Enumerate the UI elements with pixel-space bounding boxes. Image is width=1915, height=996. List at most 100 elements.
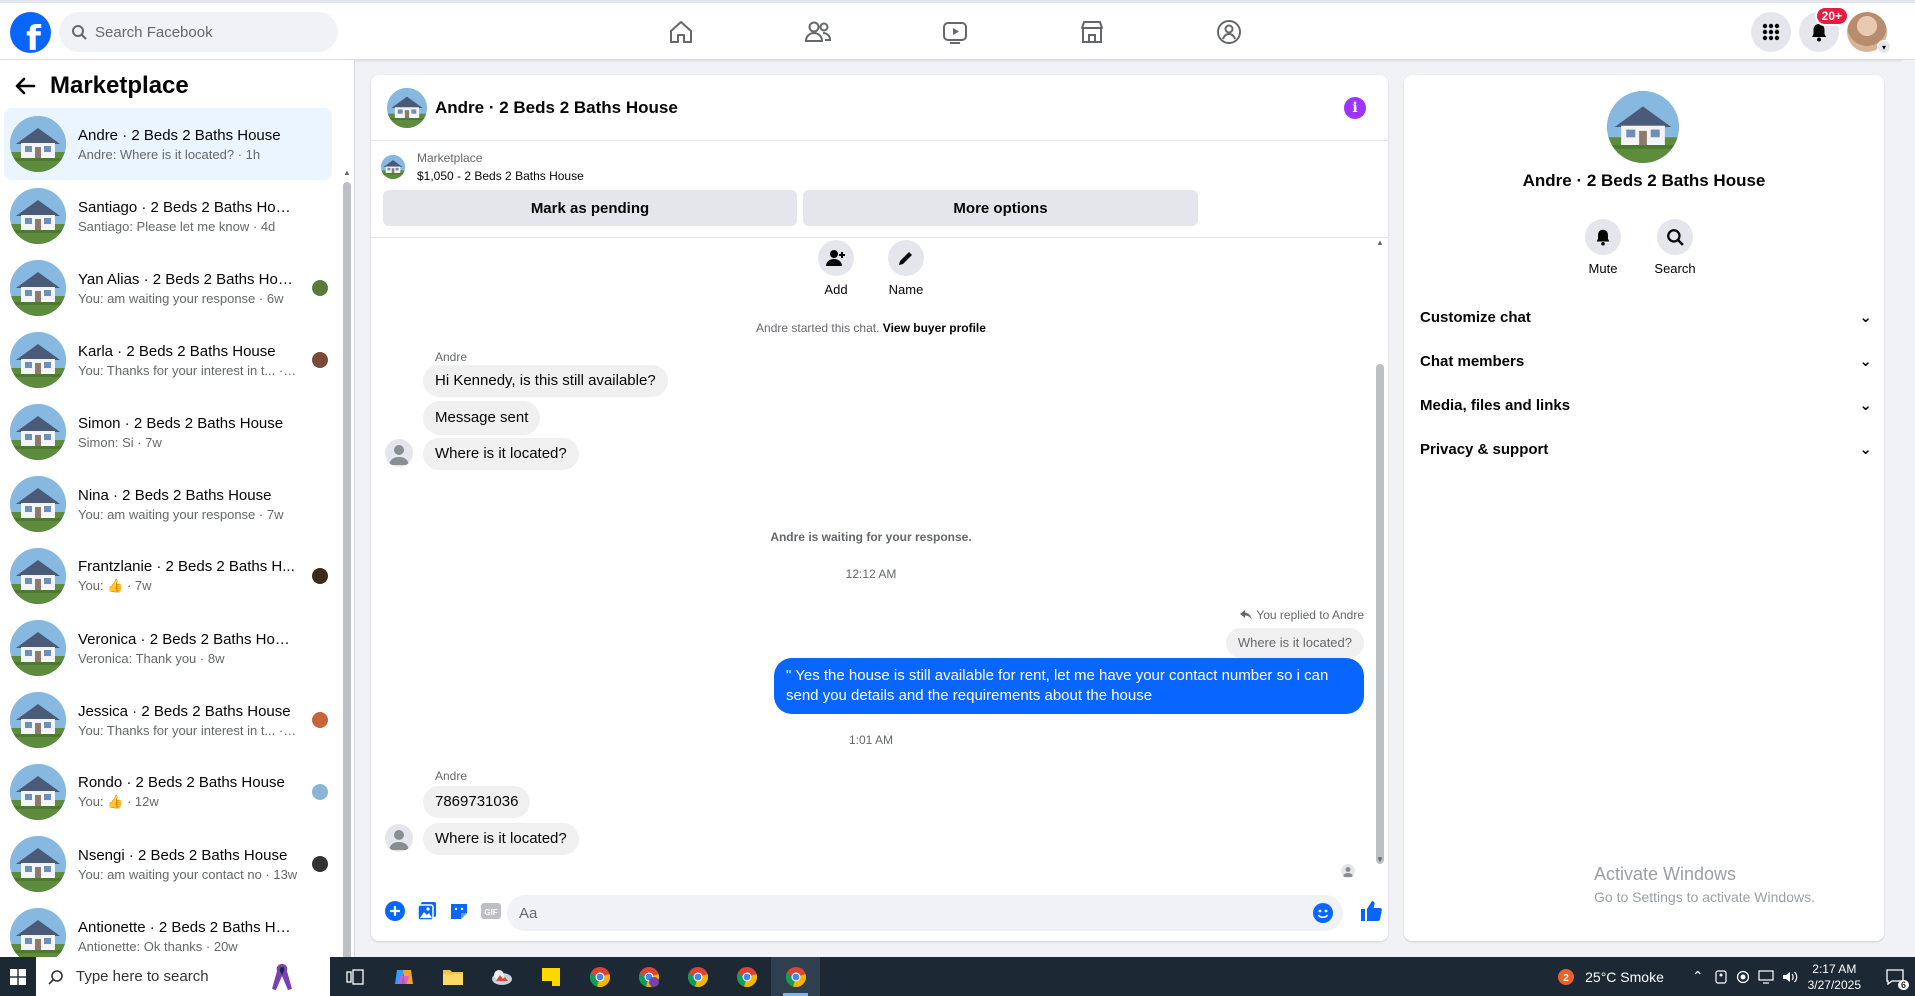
menu-button[interactable] <box>1751 12 1791 52</box>
conversation-item[interactable]: Andre · 2 Beds 2 Baths House Andre: Where… <box>4 108 332 180</box>
svg-text:GIF: GIF <box>484 908 497 917</box>
notifications-button[interactable]: 20+ <box>1799 6 1849 52</box>
scroll-down-arrow-icon[interactable]: ▼ <box>1376 855 1384 864</box>
chrome-app-4[interactable] <box>722 957 771 996</box>
conversation-item[interactable]: Veronica · 2 Beds 2 Baths House Veronica:… <box>4 612 332 684</box>
privacy-support-section[interactable]: Privacy & support ⌄ <box>1420 427 1872 471</box>
network-icon[interactable] <box>1758 969 1774 984</box>
weather-text[interactable]: 25°C Smoke <box>1585 969 1664 985</box>
taskbar-search-input[interactable]: Type here to search <box>36 957 330 996</box>
conversation-item[interactable]: Nsengi · 2 Beds 2 Baths House You: am wai… <box>4 828 332 900</box>
contact-avatar[interactable] <box>1607 91 1679 163</box>
house-image-icon <box>10 476 66 532</box>
conversation-item[interactable]: Frantzlanie · 2 Beds 2 Baths H... You: 👍 … <box>4 540 332 612</box>
conversation-item[interactable]: Jessica · 2 Beds 2 Baths House You: Thank… <box>4 684 332 756</box>
chevron-up-icon[interactable]: ⌃ <box>1692 968 1704 985</box>
scrollbar-thumb[interactable] <box>343 182 351 957</box>
task-view-button[interactable] <box>330 957 379 996</box>
info-icon[interactable]: i <box>1344 97 1366 119</box>
message-bubble[interactable]: Hi Kennedy, is this still available? <box>423 365 668 397</box>
volume-icon[interactable] <box>1782 970 1798 984</box>
chrome-app-3[interactable] <box>673 957 722 996</box>
nav-video[interactable] <box>886 3 1023 60</box>
listing-bar[interactable]: Marketplace $1,050 - 2 Beds 2 Baths Hous… <box>381 149 584 185</box>
message-bubble[interactable]: Where is it located? <box>423 438 579 470</box>
seen-avatar <box>312 712 328 728</box>
view-buyer-profile-link[interactable]: View buyer profile <box>883 321 986 335</box>
chrome-app-5-active[interactable] <box>771 957 820 996</box>
nav-groups[interactable] <box>1160 3 1297 60</box>
conversation-text: Santiago · 2 Beds 2 Baths House Santiago:… <box>78 199 298 234</box>
chrome-icon <box>589 966 610 987</box>
conversation-name: Nsengi · 2 Beds 2 Baths House <box>78 846 288 864</box>
conversation-item[interactable]: Nina · 2 Beds 2 Baths House You: am waiti… <box>4 468 332 540</box>
search-facebook-input[interactable]: Search Facebook <box>59 12 338 52</box>
nav-home[interactable] <box>612 3 749 60</box>
attach-photo-button[interactable] <box>411 895 443 927</box>
chat-scrollbar[interactable]: ▲ ▼ <box>1376 238 1384 868</box>
chat-details-panel: Andre · 2 Beds 2 Baths House Mute Search… <box>1404 75 1884 941</box>
chrome-app-1[interactable] <box>575 957 624 996</box>
conversation-preview: Simon: Si · 7w <box>78 434 162 450</box>
message-input[interactable]: Aa <box>507 895 1343 931</box>
device-icon[interactable] <box>1714 969 1728 984</box>
nav-friends[interactable] <box>749 3 886 60</box>
sidebar-scrollbar[interactable]: ▲ ▼ <box>343 168 351 957</box>
quoted-message[interactable]: Where is it located? <box>1225 628 1364 658</box>
record-icon[interactable] <box>1736 970 1750 984</box>
scroll-up-arrow-icon[interactable]: ▲ <box>1376 238 1384 247</box>
marketplace-icon <box>1080 20 1103 43</box>
seen-avatar <box>312 352 328 368</box>
like-button[interactable] <box>1355 895 1387 927</box>
scroll-up-arrow-icon[interactable]: ▲ <box>343 168 351 177</box>
weather-app[interactable] <box>477 957 526 996</box>
more-actions-button[interactable] <box>379 895 411 927</box>
facebook-logo[interactable]: f <box>10 12 51 53</box>
notification-count: 6 <box>1897 980 1909 990</box>
media-files-links-section[interactable]: Media, files and links ⌄ <box>1420 383 1872 427</box>
weather-icon[interactable]: 2 <box>1555 966 1577 988</box>
conversation-item[interactable]: Simon · 2 Beds 2 Baths House Simon: Si · … <box>4 396 332 468</box>
add-people-button[interactable]: Add <box>818 240 854 297</box>
back-arrow-icon[interactable] <box>14 76 36 96</box>
activate-windows-watermark: Activate Windows Go to Settings to activ… <box>1594 864 1815 905</box>
sent-message-bubble[interactable]: " Yes the house is still available for r… <box>774 658 1364 714</box>
clock-time: 2:17 AM <box>1812 961 1857 976</box>
customize-chat-section[interactable]: Customize chat ⌄ <box>1420 295 1872 339</box>
sticky-notes-app[interactable] <box>526 957 575 996</box>
conversation-item[interactable]: Yan Alias · 2 Beds 2 Baths Hou... You: am… <box>4 252 332 324</box>
contact-name[interactable]: Andre · 2 Beds 2 Baths House <box>1404 171 1884 191</box>
name-chat-button[interactable]: Name <box>888 240 924 297</box>
mute-button[interactable]: Mute <box>1584 219 1622 276</box>
gif-button[interactable]: GIF <box>475 895 507 927</box>
scrollbar-thumb[interactable] <box>1376 364 1384 864</box>
conversation-item[interactable]: Santiago · 2 Beds 2 Baths House Santiago:… <box>4 180 332 252</box>
more-options-button[interactable]: More options <box>803 190 1198 226</box>
search-in-chat-button[interactable]: Search <box>1654 219 1696 276</box>
notification-center-button[interactable]: 6 <box>1875 957 1915 996</box>
mark-as-pending-button[interactable]: Mark as pending <box>383 190 797 226</box>
conversation-item[interactable]: Karla · 2 Beds 2 Baths House You: Thanks … <box>4 324 332 396</box>
start-button[interactable] <box>0 957 36 996</box>
conversation-item[interactable]: Rondo · 2 Beds 2 Baths House You: 👍 · 12w <box>4 756 332 828</box>
sticker-button[interactable] <box>443 895 475 927</box>
nav-marketplace[interactable] <box>1023 3 1160 60</box>
chat-members-section[interactable]: Chat members ⌄ <box>1420 339 1872 383</box>
chat-avatar[interactable] <box>387 87 427 128</box>
account-avatar[interactable]: ▾ <box>1847 12 1891 54</box>
window-scrollbar[interactable] <box>1903 60 1915 957</box>
message-bubble[interactable]: Message sent <box>423 401 541 435</box>
chat-started-text: Andre started this chat. <box>756 321 880 335</box>
file-explorer-app[interactable] <box>428 957 477 996</box>
conversation-item[interactable]: Antionette · 2 Beds 2 Baths House Antione… <box>4 900 332 957</box>
conversation-preview: Andre: Where is it located? · 1h <box>78 146 261 162</box>
clock[interactable]: 2:17 AM 3/27/2025 <box>1808 961 1861 993</box>
chrome-app-2[interactable] <box>624 957 673 996</box>
person-silhouette-icon <box>389 830 409 850</box>
message-bubble[interactable]: Where is it located? <box>423 823 579 855</box>
emoji-icon[interactable] <box>1313 903 1333 923</box>
message-bubble[interactable]: 7869731036 <box>423 786 531 818</box>
copilot-app[interactable] <box>379 957 428 996</box>
chat-title[interactable]: Andre · 2 Beds 2 Baths House <box>435 98 678 118</box>
conversation-text: Rondo · 2 Beds 2 Baths House You: 👍 · 12w <box>78 774 298 810</box>
